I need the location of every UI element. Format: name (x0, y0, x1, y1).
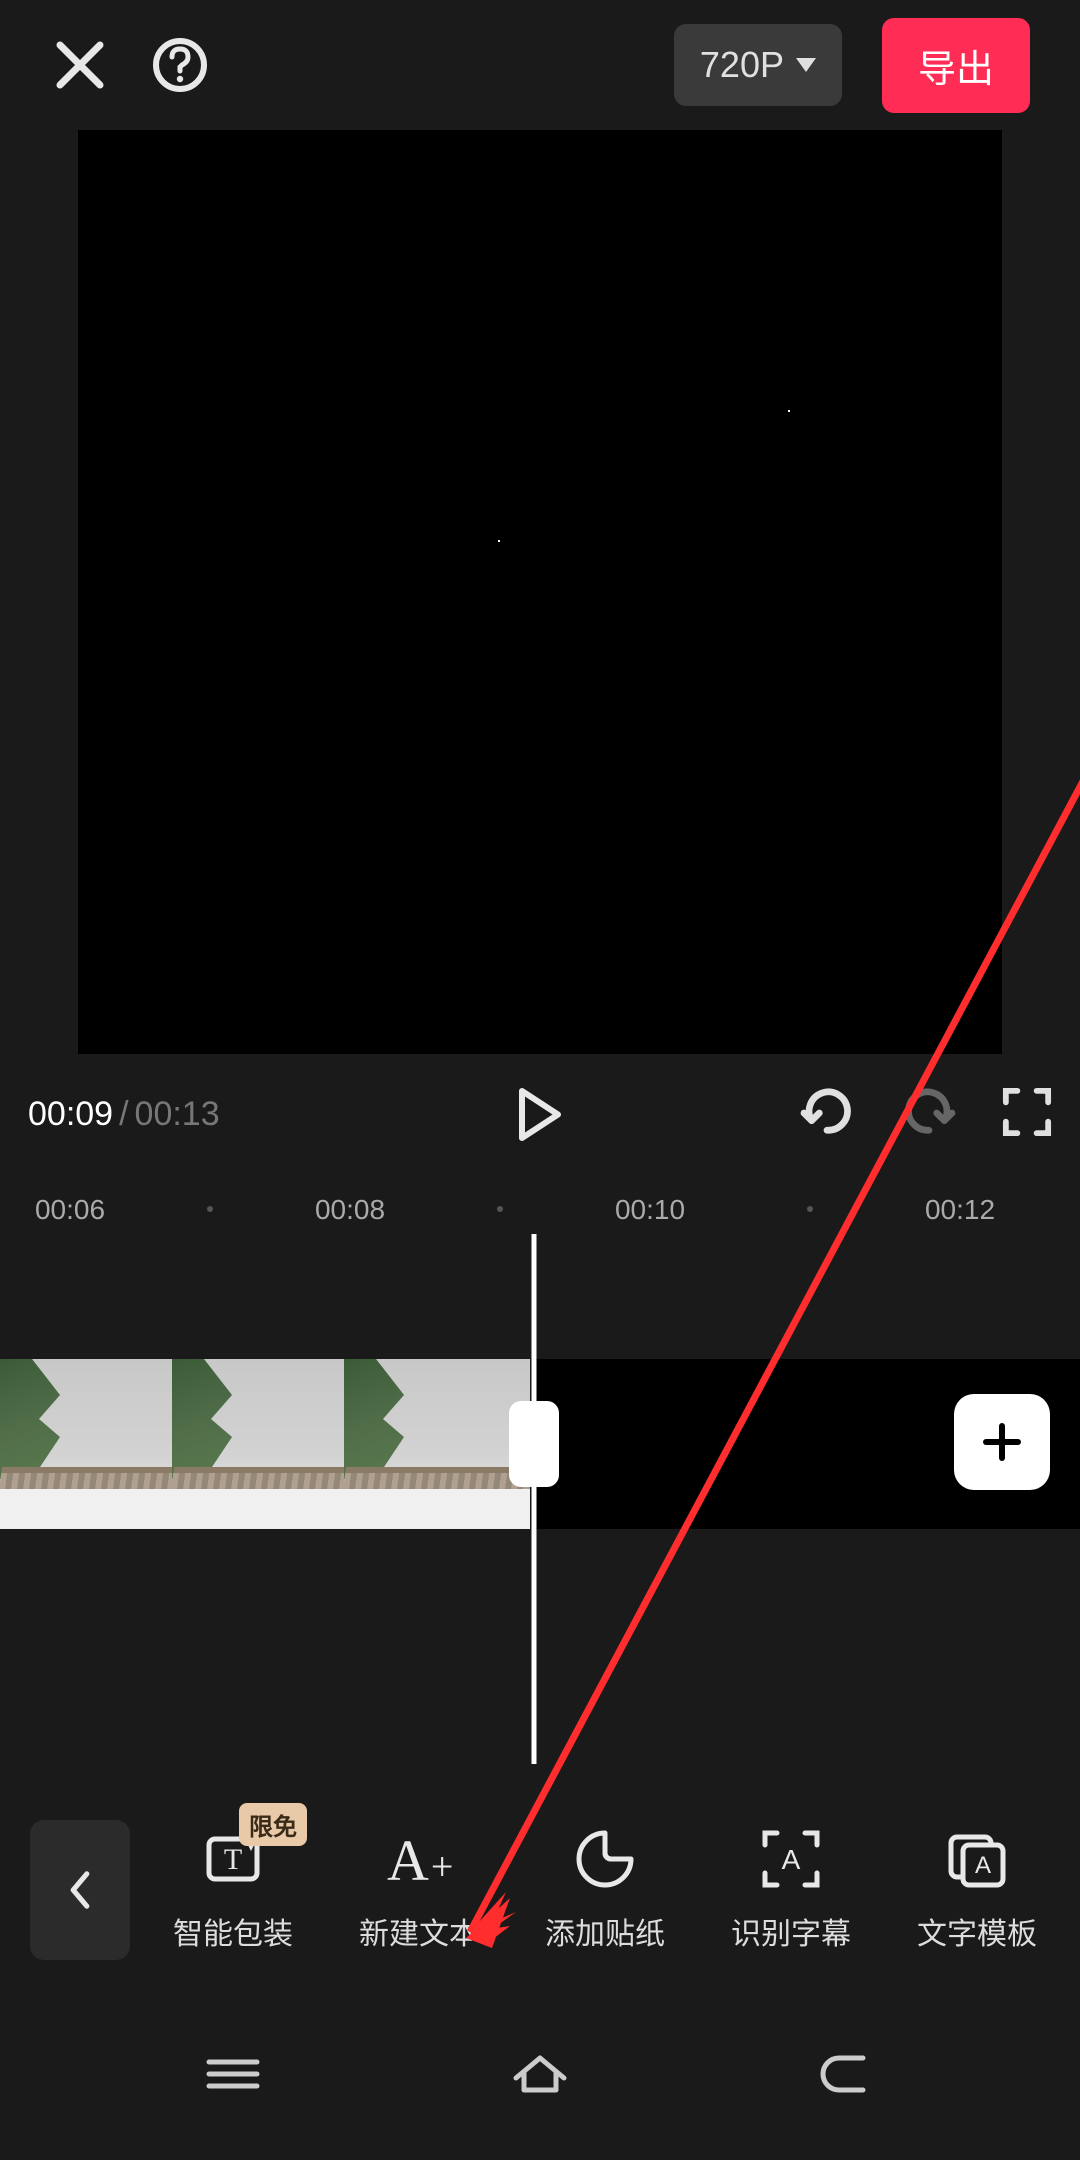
svg-text:A: A (975, 1852, 991, 1879)
tool-new-text[interactable]: A+ 新建文本 (329, 1827, 509, 1953)
tool-add-sticker[interactable]: 添加贴纸 (515, 1827, 695, 1953)
dropdown-triangle-icon (796, 58, 816, 72)
tool-text-template[interactable]: A 文字模板 (887, 1827, 1067, 1953)
play-button[interactable] (516, 1087, 564, 1142)
svg-text:T: T (224, 1843, 242, 1876)
close-icon (50, 35, 110, 95)
transport-bar: 00:09/00:13 (0, 1054, 1080, 1174)
home-icon (504, 2050, 576, 2096)
video-track[interactable] (0, 1359, 530, 1529)
ruler-dot (497, 1206, 503, 1212)
resolution-label: 720P (700, 44, 784, 86)
undo-icon (798, 1088, 856, 1136)
redo-button[interactable] (900, 1088, 958, 1141)
recognize-subtitles-icon: A (759, 1827, 823, 1891)
system-navigation (0, 1990, 1080, 2160)
timeline-ruler[interactable]: 00:06 00:08 00:10 00:12 (0, 1184, 1080, 1234)
ruler-tick: 00:08 (315, 1194, 385, 1226)
ruler-dot (807, 1206, 813, 1212)
plus-icon (978, 1418, 1026, 1466)
help-icon (150, 35, 210, 95)
undo-button[interactable] (798, 1088, 856, 1141)
ruler-tick: 00:06 (35, 1194, 105, 1226)
back-icon (811, 2050, 883, 2096)
clip-thumbnail[interactable] (172, 1359, 344, 1529)
help-button[interactable] (150, 35, 210, 95)
nav-home-button[interactable] (504, 2050, 576, 2101)
tool-smart-package[interactable]: 限免 T 智能包装 (143, 1827, 323, 1953)
tool-recognize-subtitles[interactable]: A 识别字幕 (701, 1827, 881, 1953)
time-display: 00:09/00:13 (28, 1095, 220, 1134)
video-preview[interactable] (78, 130, 1002, 1054)
toolbar-back-button[interactable] (30, 1820, 130, 1960)
redo-icon (900, 1088, 958, 1136)
clip-thumbnail[interactable] (0, 1359, 172, 1529)
tool-label: 智能包装 (173, 1909, 293, 1953)
current-time: 00:09 (28, 1095, 113, 1133)
clip-thumbnail[interactable] (344, 1359, 530, 1529)
ruler-dot (207, 1206, 213, 1212)
fullscreen-icon (1002, 1087, 1052, 1137)
tool-label: 添加贴纸 (545, 1909, 665, 1953)
tool-label: 文字模板 (917, 1909, 1037, 1953)
chevron-left-icon (63, 1868, 97, 1912)
sticker-icon (573, 1827, 637, 1891)
editor-header: 720P 导出 (0, 0, 1080, 130)
menu-icon (197, 2050, 269, 2096)
playhead-handle[interactable] (509, 1401, 559, 1487)
tool-label: 新建文本 (359, 1909, 479, 1953)
playhead[interactable] (532, 1234, 537, 1764)
nav-menu-button[interactable] (197, 2050, 269, 2101)
total-time: 00:13 (135, 1095, 220, 1133)
play-icon (516, 1087, 564, 1142)
tool-label: 识别字幕 (731, 1909, 851, 1953)
svg-text:A: A (782, 1844, 801, 1875)
ruler-tick: 00:12 (925, 1194, 995, 1226)
text-toolbar: 限免 T 智能包装 A+ 新建文本 添加贴纸 A 识别字幕 (0, 1790, 1080, 1990)
add-clip-button[interactable] (954, 1394, 1050, 1490)
nav-back-button[interactable] (811, 2050, 883, 2101)
close-button[interactable] (50, 35, 110, 95)
timeline[interactable] (0, 1234, 1080, 1874)
fullscreen-button[interactable] (1002, 1087, 1052, 1142)
ruler-tick: 00:10 (615, 1194, 685, 1226)
free-badge: 限免 (239, 1803, 307, 1846)
new-text-icon: A+ (387, 1827, 451, 1891)
text-template-icon: A (945, 1827, 1009, 1891)
export-button[interactable]: 导出 (882, 18, 1030, 113)
resolution-button[interactable]: 720P (674, 24, 842, 106)
